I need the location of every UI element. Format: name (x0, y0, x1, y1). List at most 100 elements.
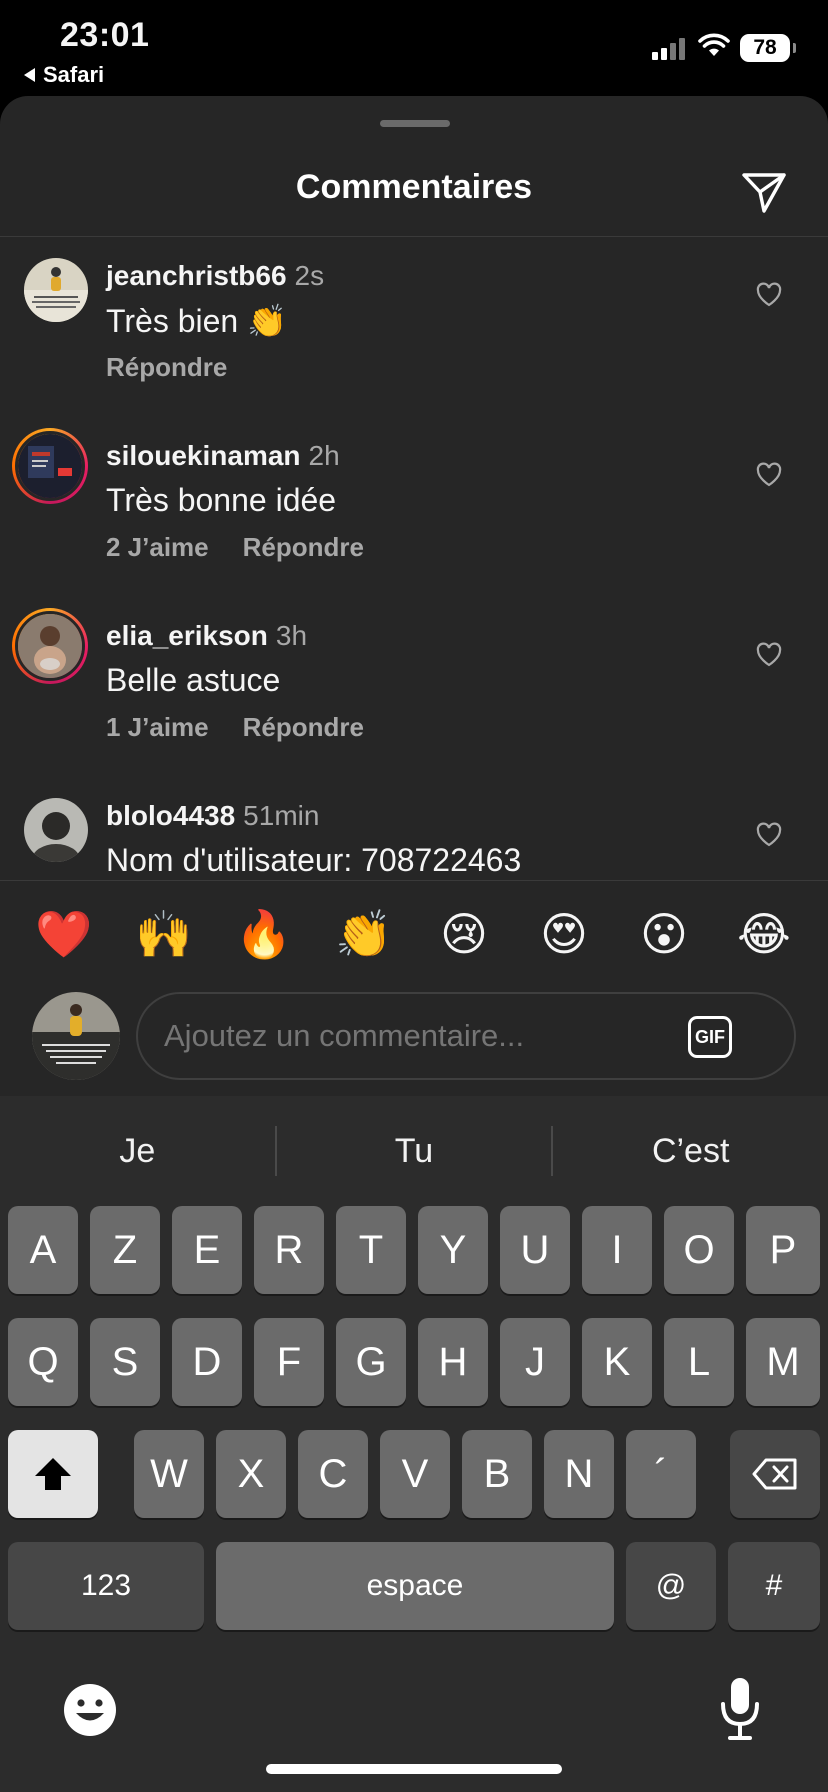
reaction-red-heart[interactable]: ❤️ (34, 911, 94, 957)
home-indicator[interactable] (266, 1764, 562, 1774)
reaction-tears-of-joy[interactable]: 😂 (734, 911, 794, 957)
comments-list[interactable]: jeanchristb66 2s Très bien 👏 Répondre si… (0, 236, 828, 876)
comment-text: Belle astuce (106, 662, 281, 698)
comment-actions: Répondre (106, 352, 227, 383)
key[interactable]: T (336, 1206, 406, 1294)
key[interactable]: O (664, 1206, 734, 1294)
at-key[interactable]: @ (626, 1542, 716, 1630)
comment-item: jeanchristb66 2s Très bien 👏 Répondre (0, 236, 828, 416)
battery-icon: 78 (740, 34, 796, 62)
key[interactable]: W (134, 1430, 204, 1518)
reaction-fire[interactable]: 🔥 (234, 911, 294, 957)
key[interactable]: G (336, 1318, 406, 1406)
emoji-keyboard-icon[interactable] (62, 1682, 118, 1738)
comment-time: 51min (243, 800, 320, 831)
comment-username[interactable]: blolo4438 51min (106, 800, 319, 832)
hash-key[interactable]: # (728, 1542, 820, 1630)
avatar-image (24, 798, 88, 862)
key[interactable]: Q (8, 1318, 78, 1406)
reaction-raising-hands[interactable]: 🙌 (134, 911, 194, 957)
avatar-image (18, 434, 82, 498)
back-app-label: Safari (43, 62, 105, 87)
comment-username[interactable]: silouekinaman 2h (106, 440, 340, 472)
avatar-image (18, 614, 82, 678)
key[interactable]: M (746, 1318, 820, 1406)
key[interactable]: Y (418, 1206, 488, 1294)
reply-button[interactable]: Répondre (243, 712, 364, 743)
avatar[interactable] (24, 798, 88, 862)
space-key[interactable]: espace (216, 1542, 614, 1630)
comments-sheet: Commentaires jeanchristb66 2s Très bien 👏 (0, 96, 828, 1096)
suggestion-1[interactable]: Je (0, 1132, 275, 1171)
key[interactable]: U (500, 1206, 570, 1294)
avatar[interactable] (24, 258, 88, 322)
gif-button[interactable]: GIF (688, 1016, 732, 1058)
suggestion-2[interactable]: Tu (277, 1132, 552, 1171)
reaction-clapping-hands[interactable]: 👏 (334, 911, 394, 957)
comment-text: Très bien 👏 (106, 303, 287, 339)
key[interactable]: L (664, 1318, 734, 1406)
reply-button[interactable]: Répondre (243, 532, 364, 563)
delete-key[interactable] (730, 1430, 820, 1518)
key[interactable]: F (254, 1318, 324, 1406)
key[interactable]: Z (90, 1206, 160, 1294)
shift-key[interactable] (8, 1430, 98, 1518)
key[interactable]: ´ (626, 1430, 696, 1518)
avatar-image (24, 258, 88, 322)
key[interactable]: R (254, 1206, 324, 1294)
predictive-bar: Je Tu C’est (0, 1096, 828, 1206)
key[interactable]: D (172, 1318, 242, 1406)
likes-count-link[interactable]: 1 J’aime (106, 712, 209, 743)
comment-actions: 2 J’aime Répondre (106, 532, 364, 563)
numbers-key[interactable]: 123 (8, 1542, 204, 1630)
likes-count-link[interactable]: 2 J’aime (106, 532, 209, 563)
share-send-icon[interactable] (740, 168, 788, 216)
suggestion-3[interactable]: C’est (553, 1132, 828, 1171)
like-heart-icon[interactable] (756, 282, 782, 308)
back-to-safari-link[interactable]: Safari (24, 62, 104, 88)
comment-composer: GIF (0, 980, 828, 1096)
key[interactable]: H (418, 1318, 488, 1406)
sheet-grabber[interactable] (380, 120, 450, 127)
like-heart-icon[interactable] (756, 822, 782, 848)
microphone-icon[interactable] (718, 1676, 762, 1742)
shift-arrow-icon (35, 1458, 71, 1490)
comment-username[interactable]: jeanchristb66 2s (106, 260, 324, 292)
current-user-avatar (32, 992, 120, 1080)
key[interactable]: C (298, 1430, 368, 1518)
like-heart-icon[interactable] (756, 642, 782, 668)
backspace-icon (752, 1458, 797, 1490)
avatar-image (32, 992, 120, 1080)
key[interactable]: K (582, 1318, 652, 1406)
comment-time: 2s (294, 260, 325, 291)
key[interactable]: E (172, 1206, 242, 1294)
cellular-signal-icon (652, 36, 685, 60)
reply-button[interactable]: Répondre (106, 352, 227, 383)
key[interactable]: N (544, 1430, 614, 1518)
key[interactable]: A (8, 1206, 78, 1294)
key[interactable]: B (462, 1430, 532, 1518)
reaction-heart-eyes[interactable]: 😍 (534, 911, 594, 957)
key[interactable]: P (746, 1206, 820, 1294)
comment-text: Nom d'utilisateur: 708722463 (106, 842, 522, 876)
reaction-crying-face[interactable]: 😢 (434, 911, 494, 957)
reactions-divider (0, 880, 828, 881)
comment-time: 3h (275, 620, 308, 651)
like-heart-icon[interactable] (756, 462, 782, 488)
sheet-title: Commentaires (295, 168, 533, 206)
status-time: 23:01 (60, 16, 150, 54)
reaction-surprised-face[interactable]: 😮 (634, 911, 694, 957)
comment-item: silouekinaman 2h Très bonne idée 2 J’aime… (0, 416, 828, 596)
back-arrow-icon (24, 68, 35, 82)
key[interactable]: X (216, 1430, 286, 1518)
comment-text: Très bonne idée (106, 482, 337, 518)
key[interactable]: I (582, 1206, 652, 1294)
comment-username[interactable]: elia_erikson 3h (106, 620, 307, 652)
keyboard: Je Tu C’est A Z E R T Y U I O P Q S D F … (0, 1096, 828, 1792)
status-bar: 23:01 Safari 78 (0, 0, 828, 96)
key[interactable]: S (90, 1318, 160, 1406)
key[interactable]: V (380, 1430, 450, 1518)
avatar-story-ring[interactable] (12, 608, 88, 684)
key[interactable]: J (500, 1318, 570, 1406)
avatar-story-ring[interactable] (12, 428, 88, 504)
